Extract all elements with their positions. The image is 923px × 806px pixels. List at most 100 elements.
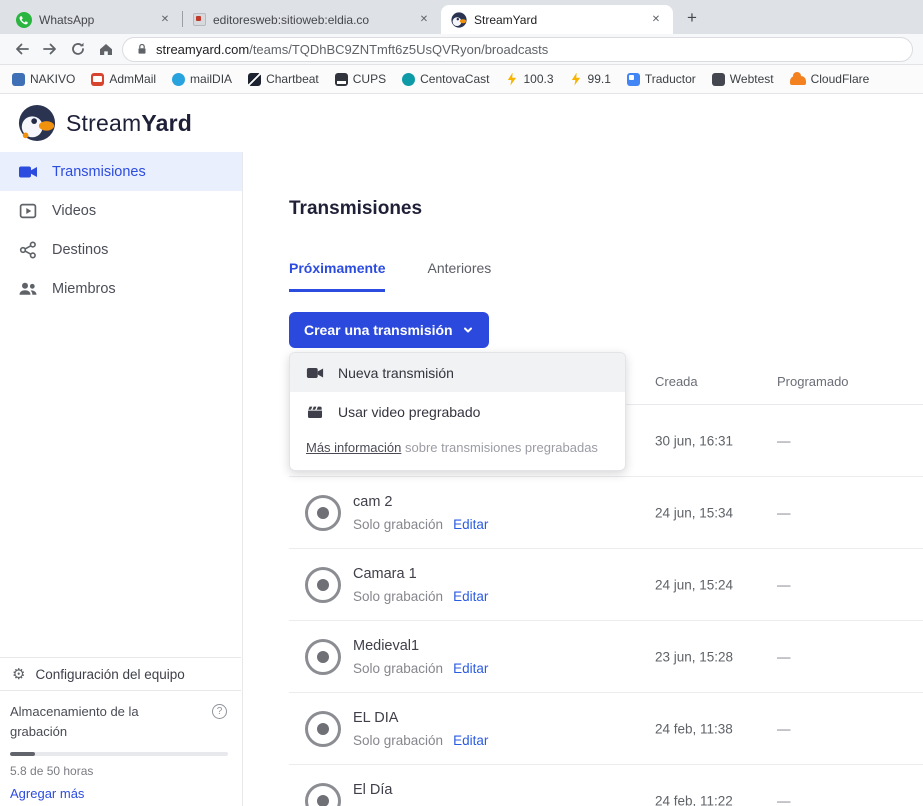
storage-usage-text: 5.8 de 50 horas	[10, 764, 227, 778]
back-icon[interactable]	[10, 37, 34, 61]
bookmark-99-1[interactable]: 99.1	[570, 72, 611, 86]
created-cell: 24 jun, 15:34	[655, 505, 733, 520]
team-settings-label: Configuración del equipo	[35, 667, 184, 682]
admmail-favicon	[91, 73, 104, 86]
bookmark-chartbeat[interactable]: Chartbeat	[248, 72, 319, 86]
record-icon	[305, 495, 341, 531]
table-row[interactable]: El Día Solo grabaciónEditar 24 feb, 11:2…	[289, 765, 923, 806]
bookmark-cups[interactable]: CUPS	[335, 72, 386, 86]
scheduled-cell: —	[777, 793, 791, 806]
table-row[interactable]: Camara 1 Solo grabaciónEditar 24 jun, 15…	[289, 549, 923, 621]
url-path: /teams/TQDhBC9ZNTmft6z5UsQVRyon/broadcas…	[249, 42, 548, 57]
tab-proximamente[interactable]: Próximamente	[289, 260, 385, 292]
chartbeat-favicon	[248, 73, 261, 86]
bookmark-label: mailDIA	[190, 72, 232, 86]
main-content: Transmisiones Próximamente Anteriores Cr…	[244, 152, 923, 806]
created-cell: 24 feb, 11:22	[655, 793, 733, 806]
bookmark-webtest[interactable]: Webtest	[712, 72, 774, 86]
tab-close-icon[interactable]	[649, 13, 663, 27]
bookmark-maildia[interactable]: mailDIA	[172, 72, 232, 86]
storage-progress-fill	[10, 752, 35, 756]
created-cell: 24 feb, 11:38	[655, 721, 733, 736]
tab-anteriores[interactable]: Anteriores	[427, 260, 491, 292]
bookmark-cloudflare[interactable]: CloudFlare	[790, 72, 870, 86]
brand-wordmark[interactable]: StreamYard	[66, 110, 192, 137]
menu-item-prerecorded-video[interactable]: Usar video pregrabado	[290, 392, 625, 431]
bookmark-100-3[interactable]: 100.3	[505, 72, 553, 86]
nakivo-favicon	[12, 73, 25, 86]
menu-item-label: Nueva transmisión	[338, 365, 454, 381]
table-row[interactable]: EL DIA Solo grabaciónEditar 24 feb, 11:3…	[289, 693, 923, 765]
brand-yard: Yard	[141, 110, 192, 136]
chevron-down-icon	[462, 324, 474, 336]
storage-section: Almacenamiento de la grabación 5.8 de 50…	[0, 691, 241, 803]
tab-title: editoresweb:sitioweb:eldia.co	[213, 13, 410, 27]
scheduled-cell: —	[777, 649, 791, 664]
new-tab-button[interactable]: +	[679, 5, 705, 31]
sidebar-item-destinos[interactable]: Destinos	[0, 230, 242, 269]
record-icon	[305, 711, 341, 747]
created-cell: 23 jun, 15:28	[655, 649, 733, 664]
tab-editoresweb[interactable]: editoresweb:sitioweb:eldia.co	[183, 5, 441, 34]
sidebar-item-label: Transmisiones	[52, 164, 146, 180]
storage-progress-bar	[10, 752, 228, 756]
tab-close-icon[interactable]	[417, 13, 431, 27]
more-info-link[interactable]: Más información	[306, 440, 401, 455]
bookmark-label: NAKIVO	[30, 72, 75, 86]
members-icon	[18, 279, 38, 299]
sidebar-item-videos[interactable]: Videos	[0, 191, 242, 230]
brand-stream: Stream	[66, 110, 141, 136]
sidebar-item-transmisiones[interactable]: Transmisiones	[0, 152, 242, 191]
add-more-link[interactable]: Agregar más	[10, 786, 84, 801]
create-broadcast-button[interactable]: Crear una transmisión	[289, 312, 489, 348]
bookmarks-bar: NAKIVO AdmMail mailDIA Chartbeat CUPS Ce…	[0, 65, 923, 94]
bookmark-nakivo[interactable]: NAKIVO	[12, 72, 75, 86]
record-icon	[305, 639, 341, 675]
lock-icon	[135, 42, 149, 56]
address-bar[interactable]: streamyard.com/teams/TQDhBC9ZNTmft6z5UsQ…	[122, 37, 913, 62]
sidebar-item-label: Destinos	[52, 242, 108, 258]
table-row[interactable]: Medieval1 Solo grabaciónEditar 23 jun, 1…	[289, 621, 923, 693]
tab-title: StreamYard	[474, 13, 642, 27]
tab-whatsapp[interactable]: WhatsApp	[6, 5, 182, 34]
bookmark-admmail[interactable]: AdmMail	[91, 72, 156, 86]
cups-favicon	[335, 73, 348, 86]
sidebar-item-label: Videos	[52, 203, 96, 219]
edit-link[interactable]: Editar	[453, 661, 488, 676]
gear-icon: ⚙	[12, 667, 25, 682]
centovacast-favicon	[402, 73, 415, 86]
video-camera-icon	[18, 162, 38, 182]
menu-item-new-broadcast[interactable]: Nueva transmisión	[290, 353, 625, 392]
edit-link[interactable]: Editar	[453, 517, 488, 532]
browser-tabstrip: WhatsApp editoresweb:sitioweb:eldia.co S…	[0, 0, 923, 34]
streamyard-logo-icon[interactable]	[18, 104, 56, 142]
home-icon[interactable]	[94, 37, 118, 61]
tab-streamyard[interactable]: StreamYard	[441, 5, 673, 34]
edit-link[interactable]: Editar	[453, 733, 488, 748]
bookmark-traductor[interactable]: Traductor	[627, 72, 696, 86]
reload-icon[interactable]	[66, 37, 90, 61]
webtest-favicon	[712, 73, 725, 86]
create-broadcast-dropdown: Nueva transmisión Usar video pregrabado …	[289, 352, 626, 471]
tab-close-icon[interactable]	[158, 13, 172, 27]
team-settings-item[interactable]: ⚙ Configuración del equipo	[0, 657, 241, 691]
sidebar-bottom: ⚙ Configuración del equipo Almacenamient…	[0, 657, 241, 803]
broadcast-title: Camara 1	[353, 566, 488, 582]
bookmark-label: 99.1	[588, 72, 611, 86]
clapperboard-icon	[306, 403, 324, 421]
sidebar-item-miembros[interactable]: Miembros	[0, 269, 242, 308]
broadcast-title: cam 2	[353, 494, 488, 510]
menu-item-label: Usar video pregrabado	[338, 404, 480, 420]
lightning-icon	[570, 73, 583, 86]
table-row[interactable]: cam 2 Solo grabaciónEditar 24 jun, 15:34…	[289, 477, 923, 549]
record-icon	[305, 567, 341, 603]
broadcast-subtitle: Solo grabación	[353, 733, 443, 748]
help-icon[interactable]	[212, 704, 227, 719]
maildia-favicon	[172, 73, 185, 86]
edit-link[interactable]: Editar	[453, 589, 488, 604]
broadcast-subtitle: Solo grabación	[353, 661, 443, 676]
broadcast-subtitle: Solo grabación	[353, 589, 443, 604]
create-broadcast-label: Crear una transmisión	[304, 322, 453, 338]
bookmark-centovacast[interactable]: CentovaCast	[402, 72, 489, 86]
forward-icon[interactable]	[38, 37, 62, 61]
